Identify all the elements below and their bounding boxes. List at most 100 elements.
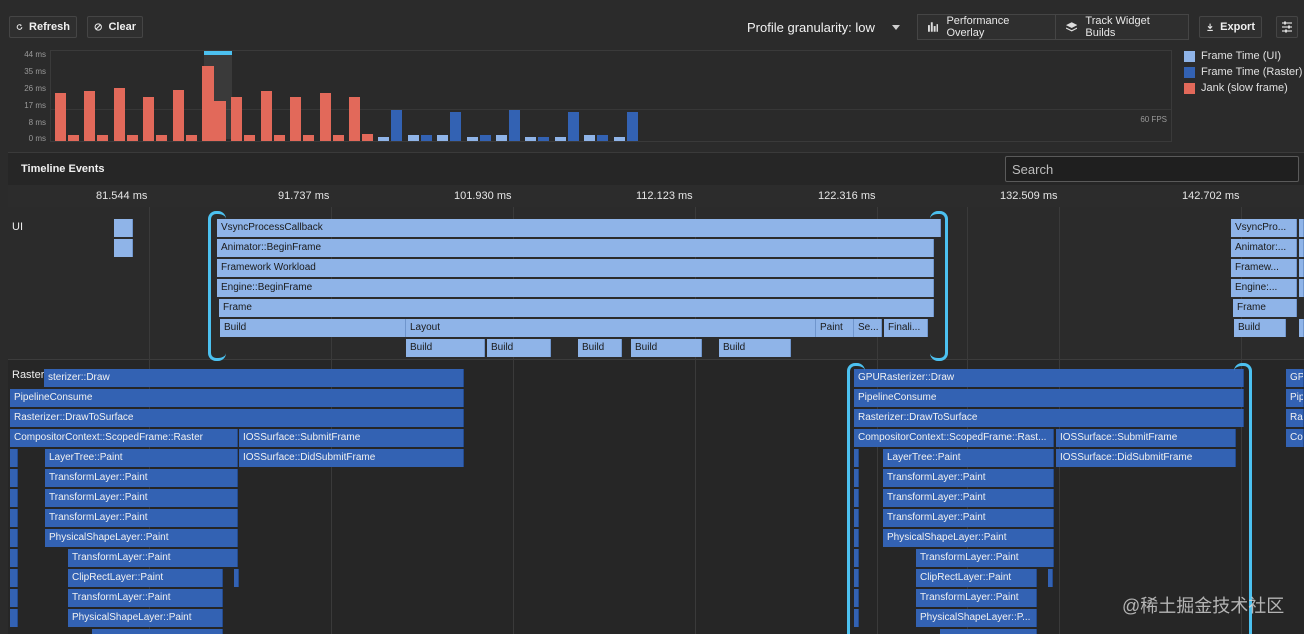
ui-event[interactable]: VsyncProcessCallback [217,219,941,237]
raster-event[interactable] [1048,569,1053,587]
ui-event[interactable]: Build [220,319,406,337]
raster-event[interactable]: GPURasterizer::Draw [854,369,1244,387]
ui-event[interactable]: Animator::BeginFrame [217,239,934,257]
ui-event[interactable] [114,239,133,257]
jank-frame-bar[interactable] [97,135,109,141]
ui-event[interactable]: Build [487,339,551,357]
jank-frame-bar[interactable] [303,135,315,141]
raster-event[interactable]: IOSSurface::DidSubmitFrame [239,449,464,467]
jank-frame-bar[interactable] [84,91,96,141]
jank-frame-bar[interactable] [214,101,226,141]
ui-event[interactable]: Framework Workload [217,259,934,277]
raster-event[interactable]: TransformLayer::Paint [916,549,1054,567]
jank-frame-bar[interactable] [126,135,138,141]
raster-event[interactable]: IOSSurface::SubmitFrame [1056,429,1236,447]
raster-event[interactable]: ClipRectLayer::Paint [68,569,223,587]
raster-event[interactable]: TransformLayer::Paint [883,509,1054,527]
raster-event[interactable] [10,449,18,467]
raster-event[interactable] [940,629,1037,634]
ui-event[interactable]: Build [578,339,622,357]
ui-frame-bar[interactable] [554,137,566,141]
raster-frame-bar[interactable] [626,112,638,141]
ui-event[interactable]: Engine::BeginFrame [217,279,934,297]
export-button[interactable]: Export [1199,16,1262,38]
ui-event[interactable]: Paint [816,319,854,337]
raster-frame-bar[interactable] [420,135,432,141]
ui-frame-bar[interactable] [378,137,390,141]
ui-event[interactable]: Build [406,339,485,357]
jank-frame-bar[interactable] [113,88,125,141]
raster-event[interactable]: TransformLayer::Paint [883,469,1054,487]
jank-frame-bar[interactable] [55,93,66,141]
raster-event[interactable] [10,609,18,627]
ui-event[interactable] [114,219,133,237]
ui-frame-bar[interactable] [407,135,419,141]
raster-frame-bar[interactable] [538,137,550,141]
raster-frame-bar[interactable] [479,135,491,141]
raster-event[interactable] [92,629,223,634]
ui-event[interactable]: Se... [854,319,882,337]
ui-event[interactable]: Build [1234,319,1286,337]
raster-frame-bar[interactable] [597,135,609,141]
ui-event[interactable] [1299,239,1304,257]
ui-frame-bar[interactable] [613,137,625,141]
raster-event[interactable]: TransformLayer::Paint [45,509,238,527]
raster-event[interactable] [10,469,18,487]
ui-frame-bar[interactable] [496,135,507,141]
ui-frame-bar[interactable] [584,135,596,141]
raster-event[interactable]: TransformLayer::Paint [68,549,238,567]
jank-frame-bar[interactable] [332,135,344,141]
raster-frame-bar[interactable] [450,112,462,141]
jank-frame-bar[interactable] [244,135,256,141]
raster-event[interactable]: PhysicalShapeLayer::Paint [45,529,238,547]
raster-event[interactable]: Co [1286,429,1304,447]
raster-event[interactable]: LayerTree::Paint [883,449,1054,467]
ui-event[interactable]: VsyncPro... [1231,219,1297,237]
raster-event[interactable] [10,489,18,507]
raster-event[interactable]: CompositorContext::ScopedFrame::Rast... [854,429,1054,447]
raster-event[interactable] [10,509,18,527]
raster-event[interactable]: PipelineConsume [10,389,464,407]
raster-event[interactable]: PhysicalShapeLayer::P... [916,609,1037,627]
ui-event[interactable]: Frame [219,299,934,317]
ui-event[interactable]: Build [719,339,791,357]
ui-event[interactable]: Layout [406,319,816,337]
raster-event[interactable]: IOSSurface::SubmitFrame [239,429,464,447]
jank-frame-bar[interactable] [290,97,302,141]
raster-event[interactable] [10,529,18,547]
ui-event[interactable]: Framew... [1231,259,1297,277]
refresh-button[interactable]: Refresh [9,16,77,38]
ui-frame-bar[interactable] [466,137,478,141]
ui-event[interactable] [1299,279,1304,297]
raster-event[interactable]: PhysicalShapeLayer::Paint [883,529,1054,547]
raster-event[interactable]: CompositorContext::ScopedFrame::Raster [10,429,238,447]
raster-event[interactable]: Ra [1286,409,1304,427]
ui-frame-bar[interactable] [437,135,449,141]
jank-frame-bar[interactable] [202,66,214,141]
raster-event[interactable]: Rasterizer::DrawToSurface [10,409,464,427]
jank-frame-bar[interactable] [185,135,197,141]
jank-frame-bar[interactable] [231,97,243,141]
jank-frame-bar[interactable] [319,93,331,141]
jank-frame-bar[interactable] [156,135,168,141]
timeline-search-input[interactable] [1005,156,1299,182]
raster-event[interactable]: TransformLayer::Paint [883,489,1054,507]
raster-event[interactable]: IOSSurface::DidSubmitFrame [1056,449,1236,467]
raster-frame-bar[interactable] [567,112,579,141]
track-widget-builds-button[interactable]: Track Widget Builds [1055,14,1189,40]
ui-event[interactable]: Animator:... [1231,239,1297,257]
jank-frame-bar[interactable] [362,134,373,141]
jank-frame-bar[interactable] [260,91,272,141]
ui-event[interactable]: Build [631,339,702,357]
raster-event[interactable]: PipelineConsume [854,389,1244,407]
jank-frame-bar[interactable] [143,97,155,141]
ui-event[interactable] [1299,259,1304,277]
performance-overlay-button[interactable]: Performance Overlay [917,14,1056,40]
raster-event[interactable]: PhysicalShapeLayer::Paint [68,609,223,627]
raster-event[interactable] [10,589,18,607]
raster-frame-bar[interactable] [391,110,403,141]
ui-event[interactable]: Finali... [884,319,928,337]
ui-event[interactable]: Frame [1233,299,1297,317]
jank-frame-bar[interactable] [68,135,79,141]
clear-button[interactable]: Clear [87,16,143,38]
